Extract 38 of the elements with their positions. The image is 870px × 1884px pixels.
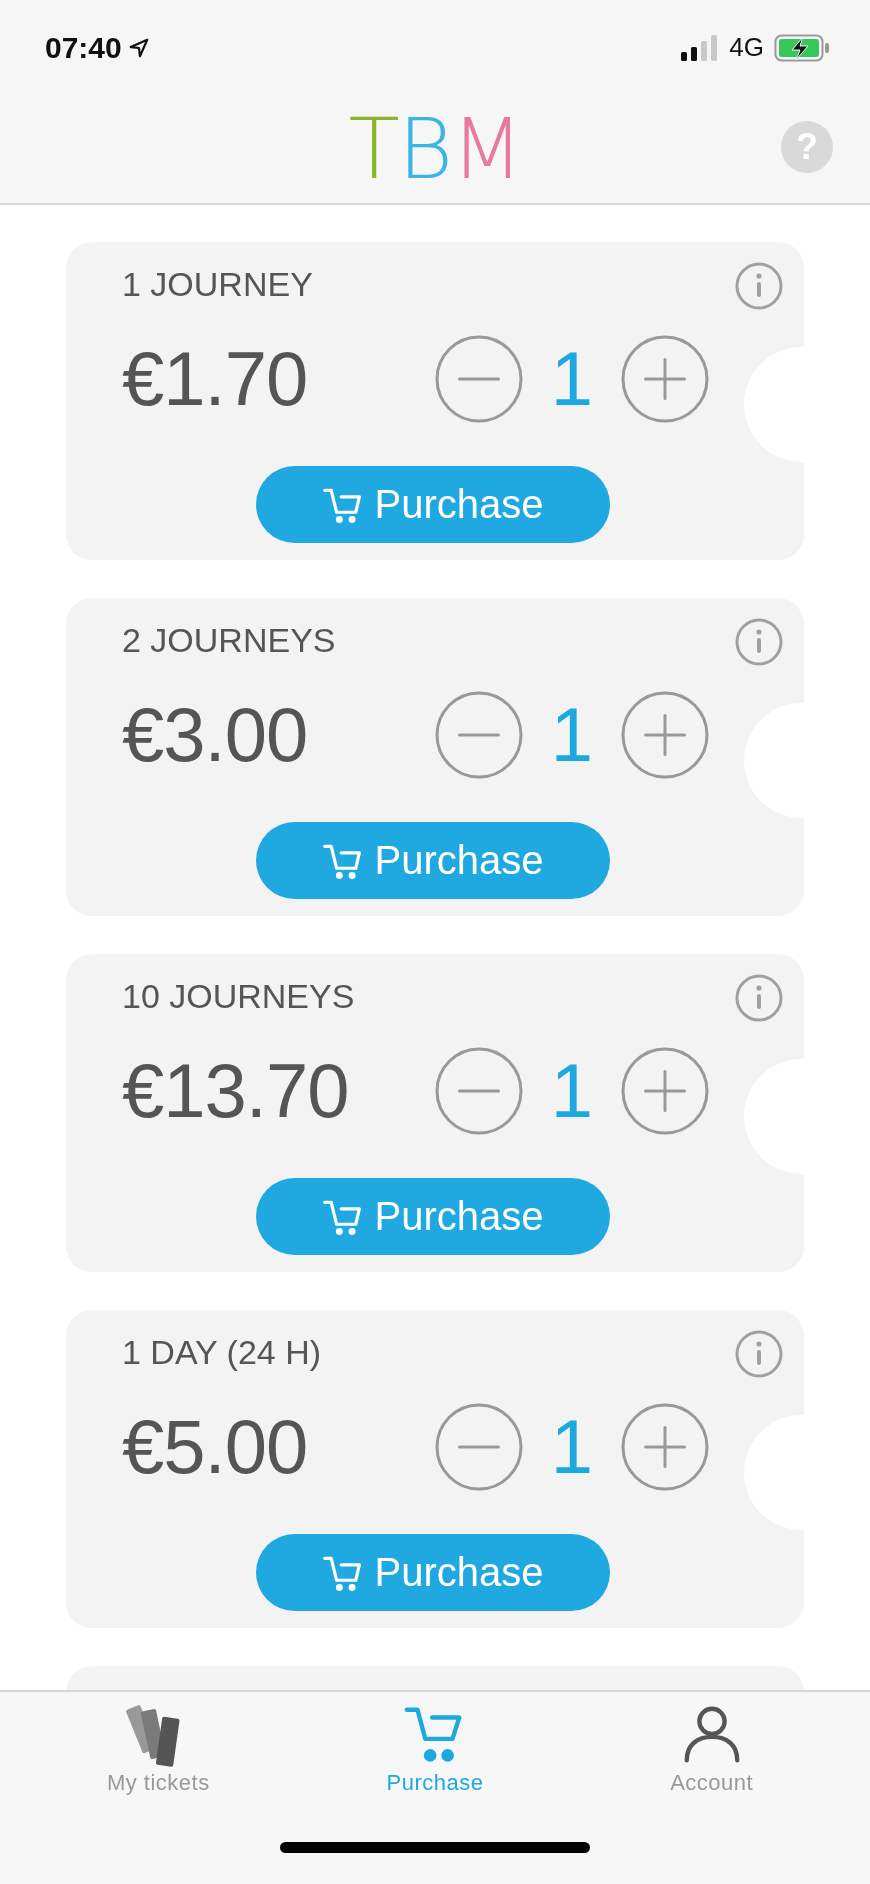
quantity-value: 1 [549,696,595,773]
tab-item[interactable]: Account [601,1700,822,1796]
status-time: 07:40 [45,30,122,65]
ticket-price: €13.70 [122,1052,350,1129]
ticket-title: 10 JOURNEYS [122,976,356,1016]
ticket-title: 1 JOURNEY [122,264,314,304]
info-icon[interactable] [734,973,784,1023]
plus-button[interactable] [620,1045,710,1136]
quantity-value: 1 [549,1408,595,1485]
ticket-price: €3.00 [122,696,309,773]
minus-button[interactable] [434,1401,524,1492]
help-button[interactable]: ? [781,121,833,173]
ticket-title: 1 DAY (24 H) [122,1332,323,1372]
quantity-value: 1 [549,340,595,417]
minus-button[interactable] [434,1045,524,1136]
ticket-price: €5.00 [122,1408,309,1485]
purchase-button[interactable]: Purchase [256,1178,610,1255]
minus-button[interactable] [434,333,524,424]
plus-button[interactable] [620,333,710,424]
logo: TBM [348,107,522,191]
location-arrow-icon [127,36,150,59]
network-label: 4G [729,32,764,63]
ticket-title: 2 JOURNEYS [122,620,337,660]
signal-icon [681,34,720,61]
plus-button[interactable] [620,1401,710,1492]
ticket-price: €1.70 [122,340,309,417]
tab-item[interactable]: My tickets [48,1700,269,1796]
info-icon[interactable] [734,1329,784,1379]
purchase-button[interactable]: Purchase [256,1534,610,1611]
info-icon[interactable] [734,617,784,667]
purchase-button[interactable]: Purchase [256,466,610,543]
info-icon[interactable] [734,261,784,311]
minus-button[interactable] [434,689,524,780]
battery-charging-icon [774,33,830,62]
plus-button[interactable] [620,689,710,780]
purchase-button[interactable]: Purchase [256,822,610,899]
quantity-value: 1 [549,1052,595,1129]
tab-item[interactable]: Purchase [325,1700,545,1796]
